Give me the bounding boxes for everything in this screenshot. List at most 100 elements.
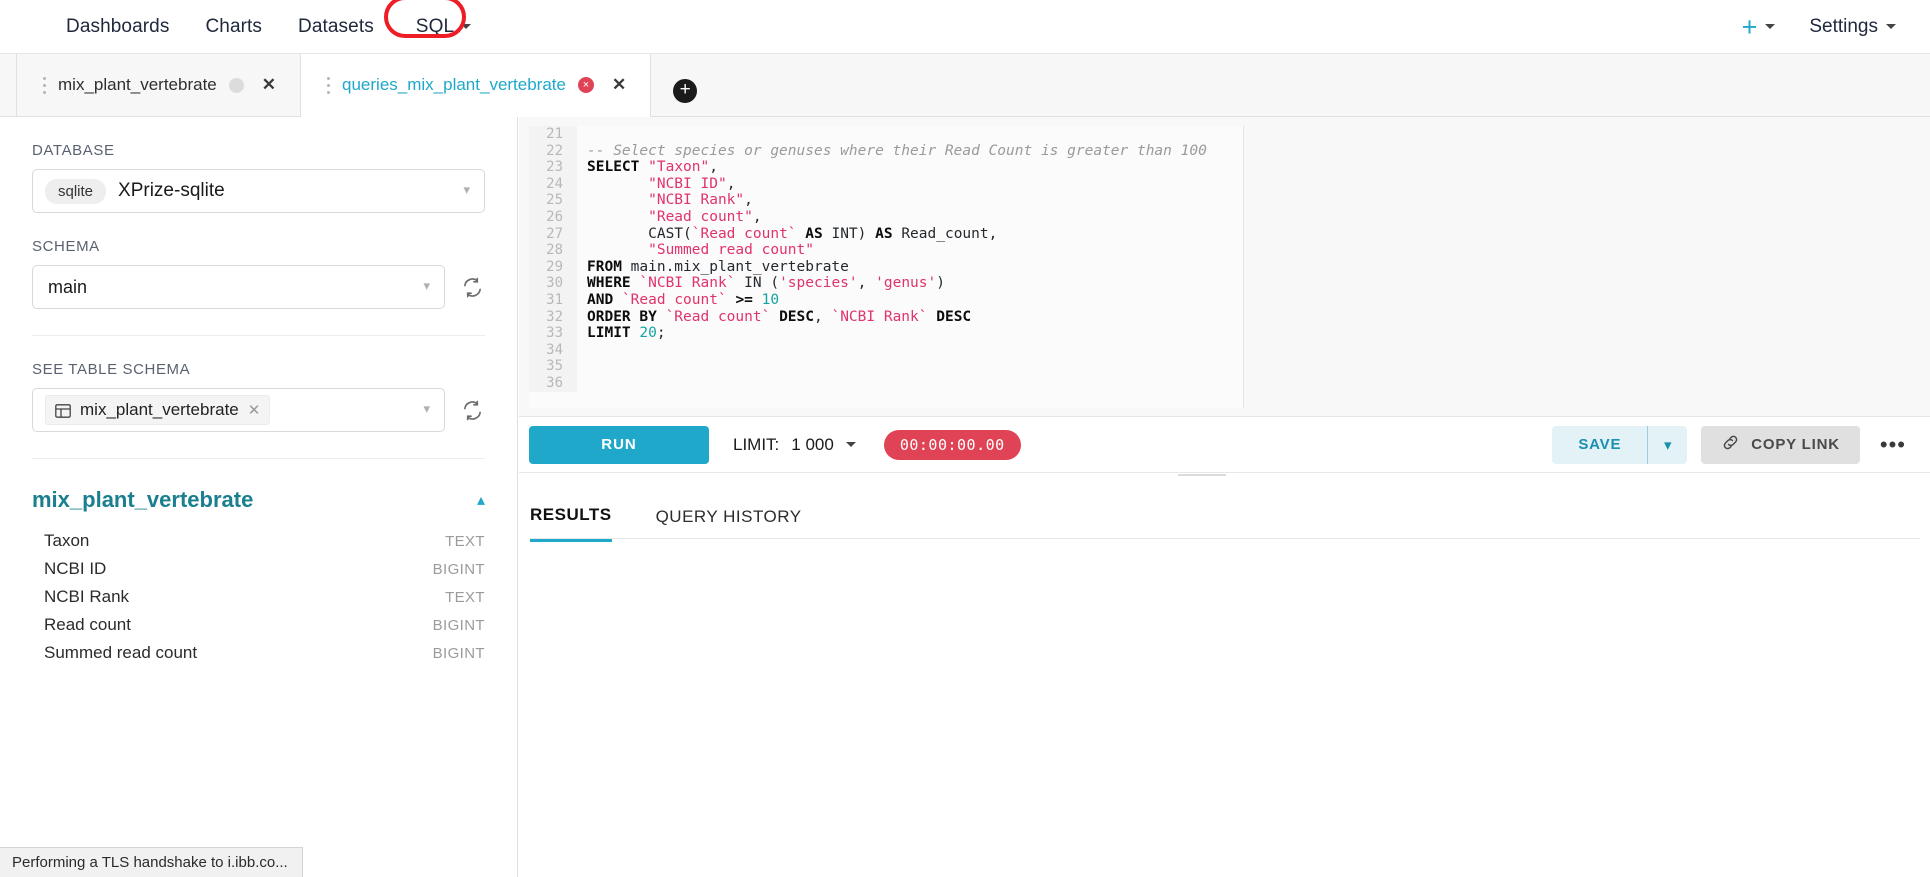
code-line: 32 ORDER BY `Read count` DESC, `NCBI Rank… xyxy=(529,308,1243,326)
tab-label: queries_mix_plant_vertebrate xyxy=(342,75,566,94)
column-name: Read count xyxy=(44,615,131,634)
chevron-down-icon xyxy=(461,24,472,29)
code-text[interactable]: CAST(`Read count` AS INT) AS Read_count, xyxy=(577,225,1243,243)
limit-dropdown[interactable]: LIMIT: 1 000 xyxy=(733,435,856,455)
results-region: RESULTS QUERY HISTORY xyxy=(519,480,1930,877)
query-timer: 00:00:00.00 xyxy=(883,429,1021,460)
table-schema-header[interactable]: mix_plant_vertebrate ▴ xyxy=(32,487,485,513)
refresh-table-icon[interactable] xyxy=(459,397,485,423)
code-text[interactable]: "NCBI Rank", xyxy=(577,192,1243,209)
column-type: BIGINT xyxy=(432,616,485,634)
editor-right-pane xyxy=(1245,126,1921,408)
left-schema-panel: DATABASE sqlite XPrize-sqlite ▾ SCHEMA m… xyxy=(0,117,518,877)
code-text[interactable]: ORDER BY `Read count` DESC, `NCBI Rank` … xyxy=(577,308,1243,326)
chevron-up-icon[interactable]: ▴ xyxy=(477,490,485,510)
see-table-schema-label: SEE TABLE SCHEMA xyxy=(32,361,191,378)
code-text[interactable]: "NCBI ID", xyxy=(577,175,1243,193)
nav-item-charts[interactable]: Charts xyxy=(187,10,280,44)
tab-results[interactable]: RESULTS xyxy=(530,505,612,542)
browser-status-bar: Performing a TLS handshake to i.ibb.co..… xyxy=(0,847,303,877)
table-select[interactable]: mix_plant_vertebrate ✕ ▾ xyxy=(32,388,445,432)
tab-close-icon[interactable]: ✕ xyxy=(262,75,276,95)
code-text[interactable] xyxy=(577,358,1243,375)
new-item-button[interactable]: + xyxy=(1741,11,1776,42)
code-text[interactable]: "Summed read count" xyxy=(577,242,1243,259)
schema-select-value: main xyxy=(48,276,88,297)
save-dropdown-button[interactable]: ▾ xyxy=(1647,425,1688,464)
code-line: 26 "Read count", xyxy=(529,208,1243,226)
tab-status-error-icon: × xyxy=(577,77,594,93)
code-line: 23 SELECT "Taxon", xyxy=(529,159,1243,176)
code-text[interactable]: SELECT "Taxon", xyxy=(577,159,1243,176)
code-text[interactable] xyxy=(577,374,1243,392)
copy-link-button[interactable]: COPY LINK xyxy=(1701,425,1860,464)
drag-grip-icon xyxy=(43,76,46,94)
tab-query-history[interactable]: QUERY HISTORY xyxy=(656,507,802,541)
more-options-icon[interactable]: ••• xyxy=(1874,432,1912,458)
nav-actions: + Settings xyxy=(1741,11,1896,42)
line-number: 33 xyxy=(529,325,577,342)
code-text[interactable] xyxy=(577,126,1243,143)
code-text[interactable] xyxy=(577,341,1243,359)
line-number: 24 xyxy=(529,175,577,193)
column-type: TEXT xyxy=(445,588,485,606)
column-name: Summed read count xyxy=(44,643,198,662)
results-tab-list: RESULTS QUERY HISTORY xyxy=(519,480,1930,542)
code-line: 36 xyxy=(529,374,1243,392)
column-name: NCBI Rank xyxy=(44,587,130,606)
column-type: BIGINT xyxy=(432,560,485,578)
column-list: Taxon TEXT NCBI ID BIGINT NCBI Rank TEXT… xyxy=(32,527,485,667)
code-text[interactable]: "Read count", xyxy=(577,208,1243,226)
limit-label: LIMIT: xyxy=(733,434,780,454)
code-line: 34 xyxy=(529,341,1243,359)
line-number: 30 xyxy=(529,275,577,292)
line-number: 23 xyxy=(529,159,577,176)
remove-table-icon[interactable]: ✕ xyxy=(248,401,261,419)
line-number: 35 xyxy=(529,358,577,375)
column-name: NCBI ID xyxy=(44,559,107,578)
code-line: 33 LIMIT 20; xyxy=(529,325,1243,342)
code-line: 35 xyxy=(529,358,1243,375)
line-number: 36 xyxy=(529,374,577,392)
chevron-down-icon: ▾ xyxy=(423,278,430,294)
table-icon xyxy=(55,403,71,418)
line-number: 25 xyxy=(529,192,577,209)
code-text[interactable]: -- Select species or genuses where their… xyxy=(577,142,1243,160)
column-name: Taxon xyxy=(44,531,90,550)
code-text[interactable]: FROM main.mix_plant_vertebrate xyxy=(577,258,1243,276)
line-number: 21 xyxy=(529,126,577,143)
panel-divider-1 xyxy=(32,335,485,336)
code-text[interactable]: AND `Read count` >= 10 xyxy=(577,291,1243,309)
plus-icon: + xyxy=(1741,11,1758,42)
run-button[interactable]: RUN xyxy=(529,425,709,464)
column-row: Summed read count BIGINT xyxy=(32,639,485,667)
nav-item-sql-label: SQL xyxy=(415,15,455,37)
tab-close-icon[interactable]: ✕ xyxy=(612,75,626,95)
schema-select[interactable]: main ▾ xyxy=(32,265,445,309)
line-number: 34 xyxy=(529,341,577,359)
tab-status-idle-icon xyxy=(228,77,244,93)
database-select[interactable]: sqlite XPrize-sqlite ▾ xyxy=(32,169,485,213)
chevron-down-icon xyxy=(845,442,856,447)
line-number: 22 xyxy=(529,142,577,160)
chevron-down-icon xyxy=(1886,24,1896,29)
code-line: 21 xyxy=(529,126,1243,143)
tab-mix-plant-vertebrate[interactable]: mix_plant_vertebrate ✕ xyxy=(16,54,302,116)
code-text[interactable]: LIMIT 20; xyxy=(577,325,1243,342)
tab-queries-mix-plant-vertebrate[interactable]: queries_mix_plant_vertebrate × ✕ xyxy=(301,54,652,117)
nav-item-dashboards[interactable]: Dashboards xyxy=(48,10,187,44)
save-button[interactable]: SAVE xyxy=(1552,425,1648,464)
nav-item-sql[interactable]: SQL xyxy=(398,10,489,44)
save-button-group: SAVE ▾ xyxy=(1552,425,1688,464)
settings-label: Settings xyxy=(1809,15,1878,37)
sql-editor[interactable]: 21 22 -- Select species or genuses where … xyxy=(529,126,1244,408)
code-text[interactable]: WHERE `NCBI Rank` IN ('species', 'genus'… xyxy=(577,275,1243,292)
limit-value: 1 000 xyxy=(791,434,834,454)
nav-item-datasets[interactable]: Datasets xyxy=(280,10,392,44)
add-tab-button[interactable]: + xyxy=(673,79,698,103)
selected-table-tag: mix_plant_vertebrate ✕ xyxy=(45,395,271,425)
code-line: 25 "NCBI Rank", xyxy=(529,192,1243,209)
settings-menu[interactable]: Settings xyxy=(1809,16,1896,38)
database-select-row: sqlite XPrize-sqlite ▾ xyxy=(32,169,485,213)
refresh-schema-icon[interactable] xyxy=(459,274,485,300)
